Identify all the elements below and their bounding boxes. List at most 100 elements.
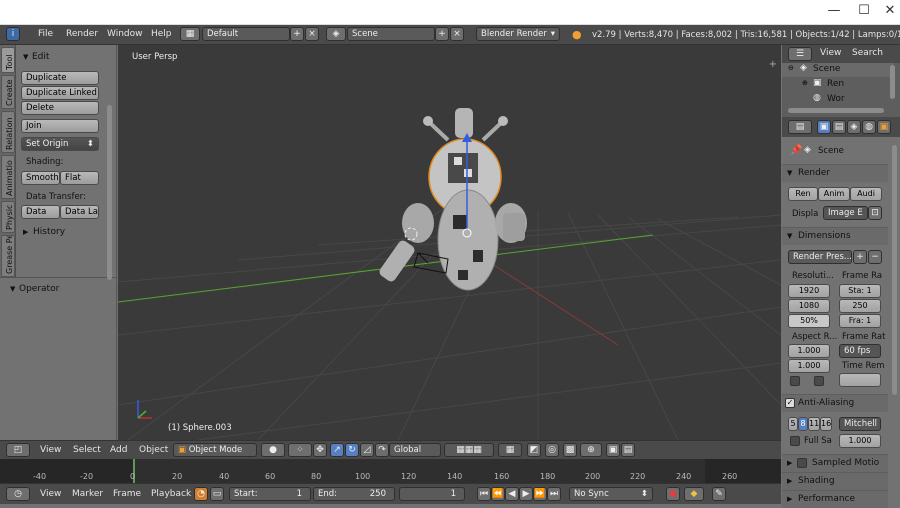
menu-view[interactable]: View [40, 489, 61, 499]
resolution-percentage-field[interactable]: 50% [788, 314, 830, 328]
play-reverse-icon[interactable]: ◀ [505, 487, 519, 501]
antialiasing-panel-header[interactable]: ✓Anti-Aliasing [782, 394, 888, 412]
menu-marker[interactable]: Marker [72, 489, 103, 499]
maximize-button[interactable]: ☐ [854, 3, 874, 18]
record-icon[interactable]: ● [666, 487, 680, 501]
outliner-editor-icon[interactable]: ☰ [788, 47, 812, 61]
sync-select[interactable]: No Sync ⬍ [569, 487, 653, 501]
layout-grid-icon[interactable]: ▦ [180, 27, 200, 41]
lock-layers-icon[interactable]: ◩ [527, 443, 541, 457]
keyframe-insert-icon[interactable]: ✎ [712, 487, 726, 501]
remove-scene-icon[interactable]: × [450, 27, 464, 41]
snap-target-icon[interactable]: ⊕ [580, 443, 602, 457]
join-button[interactable]: Join [21, 119, 99, 133]
render-layers-tab-icon[interactable]: ▤ [832, 120, 846, 134]
aa-samples-8[interactable]: 8 [798, 417, 808, 431]
scene-tab-icon[interactable]: ◈ [847, 120, 861, 134]
start-frame-field[interactable]: Start: 1 [229, 487, 311, 501]
remove-layout-icon[interactable]: × [305, 27, 319, 41]
tab-tool[interactable]: Tool [1, 47, 15, 73]
menu-search[interactable]: Search [852, 48, 883, 58]
data-transfer-button[interactable]: Data [21, 205, 60, 219]
antialiasing-checkbox[interactable]: ✓ [785, 398, 795, 408]
scene-field[interactable]: Scene [347, 27, 435, 41]
flat-button[interactable]: Flat [60, 171, 99, 185]
full-sample-checkbox[interactable] [790, 436, 800, 446]
outliner-row[interactable]: ⊖ ◈ Scene [782, 63, 894, 77]
jump-start-icon[interactable]: ⏮ [477, 487, 491, 501]
manipulator-toggle-icon[interactable]: ✥ [313, 443, 327, 457]
add-preset-icon[interactable]: + [853, 250, 867, 264]
time-remap-field[interactable] [839, 373, 881, 387]
resolution-y-field[interactable]: 1080 [788, 299, 830, 313]
pin-icon[interactable]: 📌 [790, 145, 802, 156]
preview-range-icon[interactable]: ◔ [194, 487, 208, 501]
jump-key-forward-icon[interactable]: ⏩ [533, 487, 547, 501]
robot-model[interactable] [378, 108, 527, 291]
outliner[interactable]: ☰ View Search ⊖ ◈ Scene ⊕ ▣ Ren ◍ Wor [782, 45, 900, 117]
rotate-icon[interactable]: ↻ [345, 443, 359, 457]
crop-checkbox[interactable] [814, 376, 824, 386]
render-engine-select[interactable]: Blender Render ▾ [476, 27, 560, 41]
close-button[interactable]: ✕ [880, 3, 900, 18]
frame-rate-select[interactable]: 60 fps [839, 344, 881, 358]
pivot-point-icon[interactable]: ⁘ [288, 443, 312, 457]
filter-size-field[interactable]: 1.000 [839, 434, 881, 448]
duplicate-button[interactable]: Duplicate [21, 71, 99, 85]
menu-object[interactable]: Object [139, 445, 168, 455]
scale-icon[interactable]: ◿ [360, 443, 374, 457]
menu-file[interactable]: File [38, 29, 53, 39]
render-presets-select[interactable]: Render Pres... [788, 250, 852, 264]
keying-set-icon[interactable]: ◆ [684, 487, 704, 501]
object-tab-icon[interactable]: ▣ [877, 120, 891, 134]
translate-icon[interactable]: ↗ [330, 443, 344, 457]
frame-start-field[interactable]: Sta: 1 [839, 284, 881, 298]
snap-icon[interactable]: ↷ [375, 443, 389, 457]
duplicate-linked-button[interactable]: Duplicate Linked [21, 86, 99, 100]
viewport-shading-icon[interactable]: ● [261, 443, 285, 457]
render-audio-button[interactable]: Audi [850, 187, 882, 201]
tab-create[interactable]: Create [1, 75, 15, 109]
menu-frame[interactable]: Frame [113, 489, 141, 499]
timeline-area[interactable]: -40 -20 0 20 40 60 80 100 120 140 160 18… [0, 459, 781, 483]
display-select[interactable]: Image E [823, 206, 868, 220]
data-layout-button[interactable]: Data La [60, 205, 99, 219]
tab-grease-pencil[interactable]: Grease Pen [1, 235, 15, 277]
lock-time-icon[interactable]: ▭ [210, 487, 224, 501]
aa-samples-5[interactable]: 5 [788, 417, 798, 431]
operator-panel-header[interactable]: Operator [19, 284, 59, 294]
info-editor-icon[interactable]: i [6, 27, 20, 41]
frame-step-field[interactable]: Fra: 1 [839, 314, 881, 328]
layers-grid-icon[interactable]: ▦▦▦ [444, 443, 494, 457]
tab-relation[interactable]: Relation [1, 111, 15, 153]
aa-samples-11[interactable]: 11 [808, 417, 820, 431]
dimensions-panel-header[interactable]: Dimensions [782, 227, 888, 245]
outliner-scrollbar[interactable] [890, 65, 895, 99]
edit-panel-header[interactable]: Edit [32, 52, 49, 62]
opengl-render-icon[interactable]: ▣ [606, 443, 620, 457]
render-panel-header[interactable]: Render [782, 164, 888, 182]
proportional-edit-icon[interactable]: ◎ [545, 443, 559, 457]
smooth-button[interactable]: Smooth [21, 171, 60, 185]
motion-blur-checkbox[interactable] [797, 458, 807, 468]
menu-window[interactable]: Window [107, 29, 143, 39]
opengl-anim-icon[interactable]: ▤ [621, 443, 635, 457]
jump-end-icon[interactable]: ⏭ [547, 487, 561, 501]
render-image-button[interactable]: Ren [788, 187, 818, 201]
properties-toggle-icon[interactable]: + [769, 59, 777, 70]
properties-editor-icon[interactable]: ▤ [788, 120, 812, 134]
aspect-x-field[interactable]: 1.000 [788, 344, 830, 358]
end-frame-field[interactable]: End: 250 [313, 487, 395, 501]
add-layout-icon[interactable]: + [290, 27, 304, 41]
resolution-x-field[interactable]: 1920 [788, 284, 830, 298]
viewport-scene[interactable] [118, 45, 781, 440]
aa-filter-select[interactable]: Mitchell [839, 417, 881, 431]
shading-panel-header[interactable]: Shading [782, 472, 888, 490]
outliner-hscrollbar[interactable] [788, 108, 884, 113]
snap-element-icon[interactable]: ▩ [563, 443, 577, 457]
tab-physics[interactable]: Physic [1, 201, 15, 233]
aa-samples-16[interactable]: 16 [820, 417, 832, 431]
scene-icon[interactable]: ◈ [326, 27, 346, 41]
menu-playback[interactable]: Playback [151, 489, 191, 499]
frame-end-field[interactable]: 250 [839, 299, 881, 313]
